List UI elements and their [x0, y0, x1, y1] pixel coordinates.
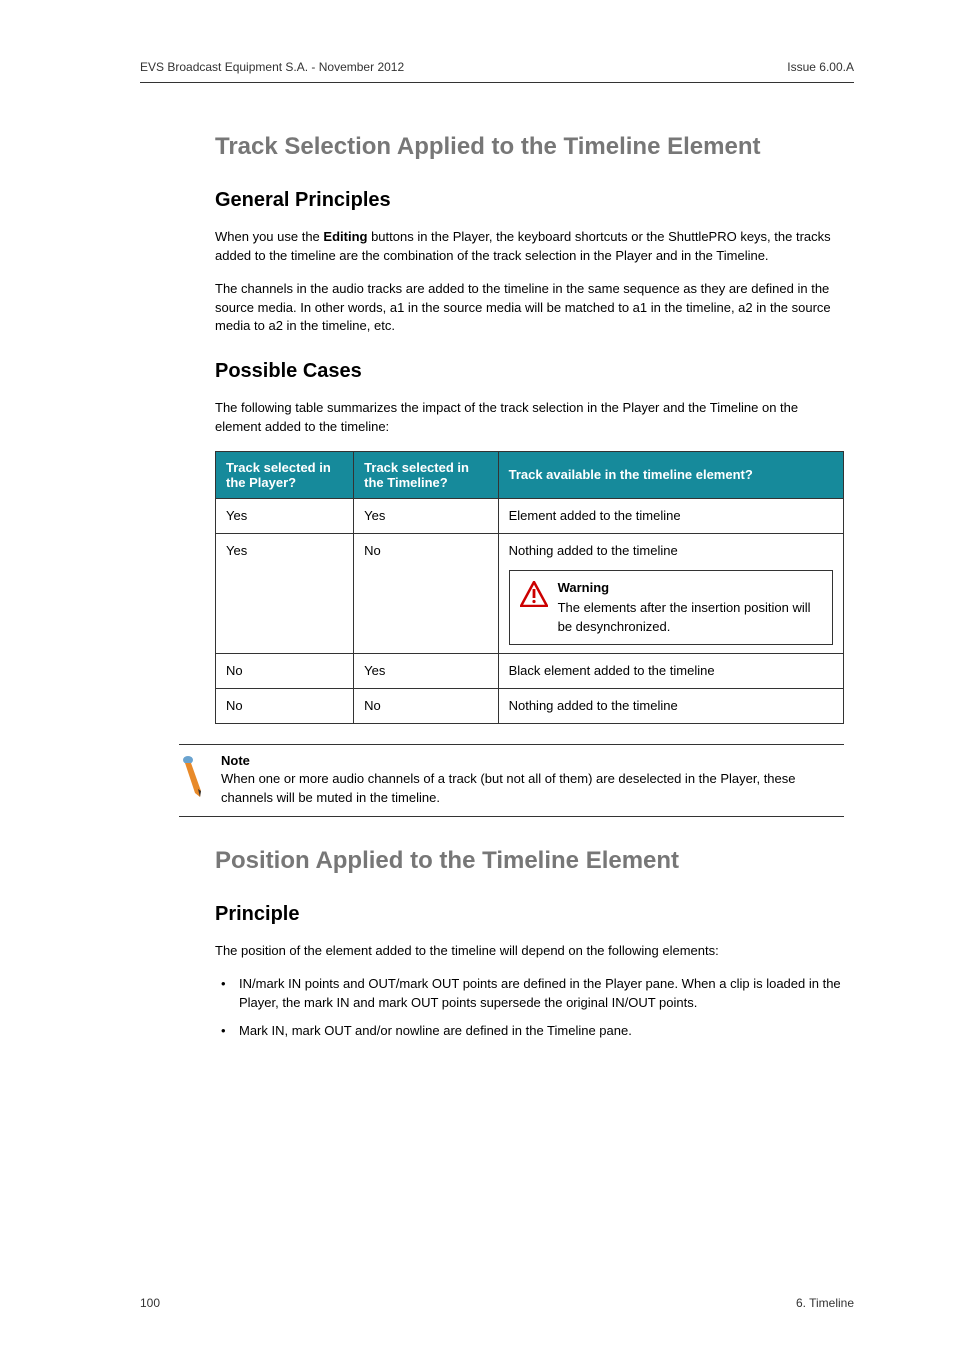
cases-table: Track selected in the Player? Track sele… — [215, 451, 844, 724]
header-left: EVS Broadcast Equipment S.A. - November … — [140, 60, 404, 74]
possible-cases-intro: The following table summarizes the impac… — [215, 399, 844, 437]
th-player: Track selected in the Player? — [216, 451, 354, 498]
principle-bullets: IN/mark IN points and OUT/mark OUT point… — [215, 975, 844, 1042]
table-row: No No Nothing added to the timeline — [216, 689, 844, 724]
footer-chapter: 6. Timeline — [796, 1296, 854, 1310]
general-principles-p2: The channels in the audio tracks are add… — [215, 280, 844, 337]
possible-cases-heading: Possible Cases — [215, 360, 844, 383]
table-header-row: Track selected in the Player? Track sele… — [216, 451, 844, 498]
table-row: Yes Yes Element added to the timeline — [216, 498, 844, 533]
warning-icon — [520, 581, 548, 607]
page-footer: 100 6. Timeline — [140, 1296, 854, 1310]
general-principles-p1: When you use the Editing buttons in the … — [215, 228, 844, 266]
note-text: Note When one or more audio channels of … — [221, 753, 844, 808]
table-row: Yes No Nothing added to the timeline War… — [216, 534, 844, 654]
list-item: IN/mark IN points and OUT/mark OUT point… — [215, 975, 844, 1013]
gp-p1-pre: When you use the — [215, 229, 323, 244]
cell-player: Yes — [216, 498, 354, 533]
footer-page-number: 100 — [140, 1296, 160, 1310]
section2-title: Position Applied to the Timeline Element — [215, 847, 844, 875]
cell-timeline: No — [354, 534, 498, 654]
section1-title: Track Selection Applied to the Timeline … — [215, 133, 844, 161]
note-title: Note — [221, 753, 844, 768]
cell-result-text: Nothing added to the timeline — [509, 543, 678, 558]
cell-result: Nothing added to the timeline Warning Th… — [498, 534, 843, 654]
cell-result: Element added to the timeline — [498, 498, 843, 533]
cell-timeline: Yes — [354, 498, 498, 533]
cell-player: No — [216, 653, 354, 688]
page: EVS Broadcast Equipment S.A. - November … — [0, 0, 954, 1350]
principle-heading: Principle — [215, 903, 844, 926]
warning-box: Warning The elements after the insertion… — [509, 570, 833, 645]
th-timeline: Track selected in the Timeline? — [354, 451, 498, 498]
gp-p1-bold: Editing — [323, 229, 367, 244]
cell-timeline: Yes — [354, 653, 498, 688]
page-header: EVS Broadcast Equipment S.A. - November … — [140, 60, 854, 83]
cell-result: Nothing added to the timeline — [498, 689, 843, 724]
header-right: Issue 6.00.A — [787, 60, 854, 74]
warning-text: Warning The elements after the insertion… — [558, 579, 822, 636]
table-row: No Yes Black element added to the timeli… — [216, 653, 844, 688]
list-item: Mark IN, mark OUT and/or nowline are def… — [215, 1022, 844, 1041]
cell-timeline: No — [354, 689, 498, 724]
warning-body: The elements after the insertion positio… — [558, 600, 811, 633]
th-available: Track available in the timeline element? — [498, 451, 843, 498]
content-area: Track Selection Applied to the Timeline … — [215, 133, 844, 1041]
warning-title: Warning — [558, 579, 822, 597]
note-box: Note When one or more audio channels of … — [179, 744, 844, 817]
pencil-icon — [179, 755, 209, 799]
cell-result: Black element added to the timeline — [498, 653, 843, 688]
cell-player: No — [216, 689, 354, 724]
cell-player: Yes — [216, 534, 354, 654]
general-principles-heading: General Principles — [215, 189, 844, 212]
principle-intro: The position of the element added to the… — [215, 942, 844, 961]
note-body: When one or more audio channels of a tra… — [221, 771, 796, 805]
